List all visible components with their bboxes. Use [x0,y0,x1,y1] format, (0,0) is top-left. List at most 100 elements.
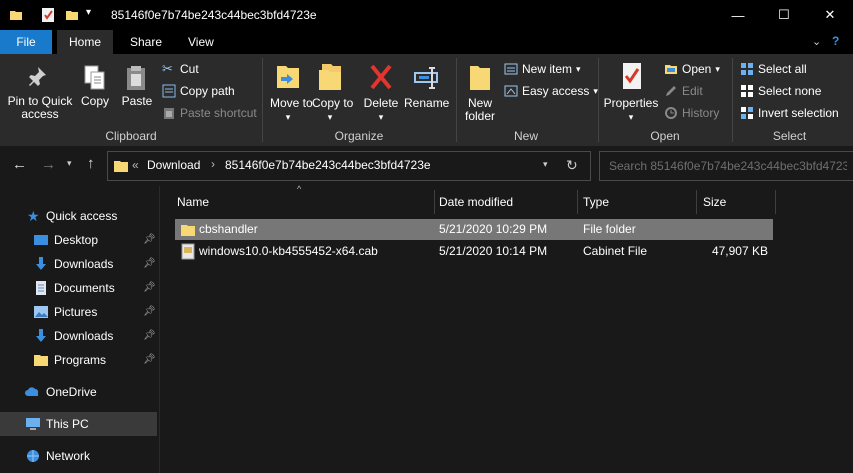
breadcrumb-separator-icon[interactable]: › [211,157,215,171]
forward-arrow-icon[interactable]: → [41,156,56,173]
nav-item-desktop[interactable]: Desktop [0,228,157,252]
new-folder-button[interactable]: New folder [460,60,500,123]
breadcrumb-current-folder[interactable]: 85146f0e7b74be243c44bec3bfd4723e [225,158,431,172]
tab-home[interactable]: Home [57,30,114,54]
tab-view[interactable]: View [176,30,226,54]
pin-icon[interactable]: 📌︎ [143,354,156,365]
computer-icon [26,418,40,430]
column-header-name[interactable]: Name [172,190,434,214]
nav-item-quick-access[interactable]: ★ Quick access [0,204,157,228]
copy-to-button[interactable]: Copy to ▾ [312,60,353,124]
ribbon: Pin to Quick access Copy Paste ✂ Cut Cop… [0,54,853,146]
cabinet-file-icon [181,243,195,260]
easy-access-button[interactable]: Easy access ▾ [504,81,598,101]
search-input[interactable] [607,157,849,175]
column-header-type[interactable]: Type [578,190,696,214]
address-bar[interactable]: « Download › 85146f0e7b74be243c44bec3bfd… [107,151,591,181]
nav-label: Network [46,449,91,463]
file-row-selected[interactable]: cbshandler 5/21/2020 10:29 PM File folde… [175,219,773,240]
pin-icon[interactable]: 📌︎ [143,282,156,293]
new-folder-icon [470,66,490,90]
history-icon [665,107,677,119]
address-dropdown-icon[interactable]: ▾ [543,159,548,170]
breadcrumb-overflow[interactable]: « [132,158,139,172]
window-title: 85146f0e7b74be243c44bec3bfd4723e [111,8,317,22]
history-label: History [682,106,720,120]
refresh-icon[interactable]: ↻ [566,157,578,174]
breadcrumb-download[interactable]: Download [147,158,200,172]
paste-button[interactable]: Paste [118,64,156,108]
column-header-size[interactable]: Size [698,190,774,214]
document-icon [36,281,46,295]
pin-label: Pin to Quick access [7,94,73,121]
close-button[interactable]: ✕ [807,0,853,30]
nav-label: Downloads [54,257,114,271]
invert-selection-button[interactable]: Invert selection [740,103,839,123]
copy-label: Copy [80,94,109,108]
help-icon[interactable]: ? [832,34,839,48]
pin-icon[interactable]: 📌︎ [143,234,156,245]
copy-button[interactable]: Copy [78,64,112,108]
nav-item-network[interactable]: Network [0,444,157,468]
nav-item-onedrive[interactable]: OneDrive [0,380,157,404]
new-item-label: New item [522,62,573,76]
pin-icon[interactable]: 📌︎ [143,258,156,269]
file-date: 5/21/2020 10:14 PM [439,244,548,258]
nav-label: Programs [54,353,107,367]
nav-label: Desktop [54,233,99,247]
quick-access-toolbar-dropdown-icon[interactable]: ▾ [86,7,91,18]
easy-access-icon [504,85,518,97]
column-divider[interactable] [696,190,697,214]
maximize-button[interactable]: ☐ [761,0,807,30]
delete-dropdown-icon: ▾ [378,112,384,122]
file-row[interactable]: windows10.0-kb4555452-x64.cab 5/21/2020 … [175,241,773,262]
paste-icon [127,66,145,90]
invert-selection-label: Invert selection [758,106,839,120]
tab-share[interactable]: Share [118,30,174,54]
select-none-icon [741,85,753,97]
nav-item-downloads-2[interactable]: Downloads [0,324,157,348]
easy-access-label: Easy access [522,84,590,98]
copy-to-label: Copy to [312,96,354,110]
delete-button[interactable]: Delete ▾ [360,60,402,124]
desktop-icon [34,235,48,245]
properties-quick-icon[interactable] [41,7,55,23]
new-folder-quick-icon[interactable] [65,8,79,22]
ribbon-collapse-icon[interactable]: ⌄ [812,35,821,48]
move-to-button[interactable]: Move to ▾ [270,60,313,124]
nav-item-downloads[interactable]: Downloads [0,252,157,276]
open-button[interactable]: Open ▾ [664,59,720,79]
pin-quick-access-button[interactable]: Pin to Quick access [4,64,76,121]
edit-button[interactable]: Edit [664,81,703,101]
copy-path-button[interactable]: Copy path [162,81,235,101]
minimize-button[interactable]: — [715,0,761,30]
search-box[interactable] [599,151,853,181]
paste-shortcut-button[interactable]: Paste shortcut [162,103,257,123]
nav-item-programs[interactable]: Programs [0,348,157,372]
pictures-icon [34,306,48,318]
properties-button[interactable]: Properties ▾ [602,60,660,124]
copy-to-icon [319,64,341,90]
rename-button[interactable]: Rename [404,60,449,110]
select-all-button[interactable]: Select all [740,59,807,79]
recent-locations-dropdown-icon[interactable]: ▾ [67,158,72,169]
new-item-button[interactable]: New item ▾ [504,59,581,79]
folder-icon [181,225,195,236]
file-name: cbshandler [199,222,258,236]
cut-button[interactable]: ✂ Cut [162,59,199,79]
nav-item-documents[interactable]: Documents [0,276,157,300]
up-arrow-icon[interactable]: ↑ [87,155,95,172]
select-none-button[interactable]: Select none [740,81,821,101]
tab-file[interactable]: File [0,30,52,54]
properties-dropdown-icon: ▾ [628,112,634,122]
pin-icon[interactable]: 📌︎ [143,306,156,317]
nav-item-this-pc[interactable]: This PC [0,412,157,436]
network-icon [27,450,39,462]
pin-icon[interactable]: 📌︎ [143,330,156,341]
column-divider[interactable] [775,190,776,214]
column-header-date[interactable]: Date modified [434,190,577,214]
history-button[interactable]: History [664,103,719,123]
group-label-open: Open [650,129,680,143]
nav-item-pictures[interactable]: Pictures [0,300,157,324]
back-arrow-icon[interactable]: ← [12,156,27,173]
